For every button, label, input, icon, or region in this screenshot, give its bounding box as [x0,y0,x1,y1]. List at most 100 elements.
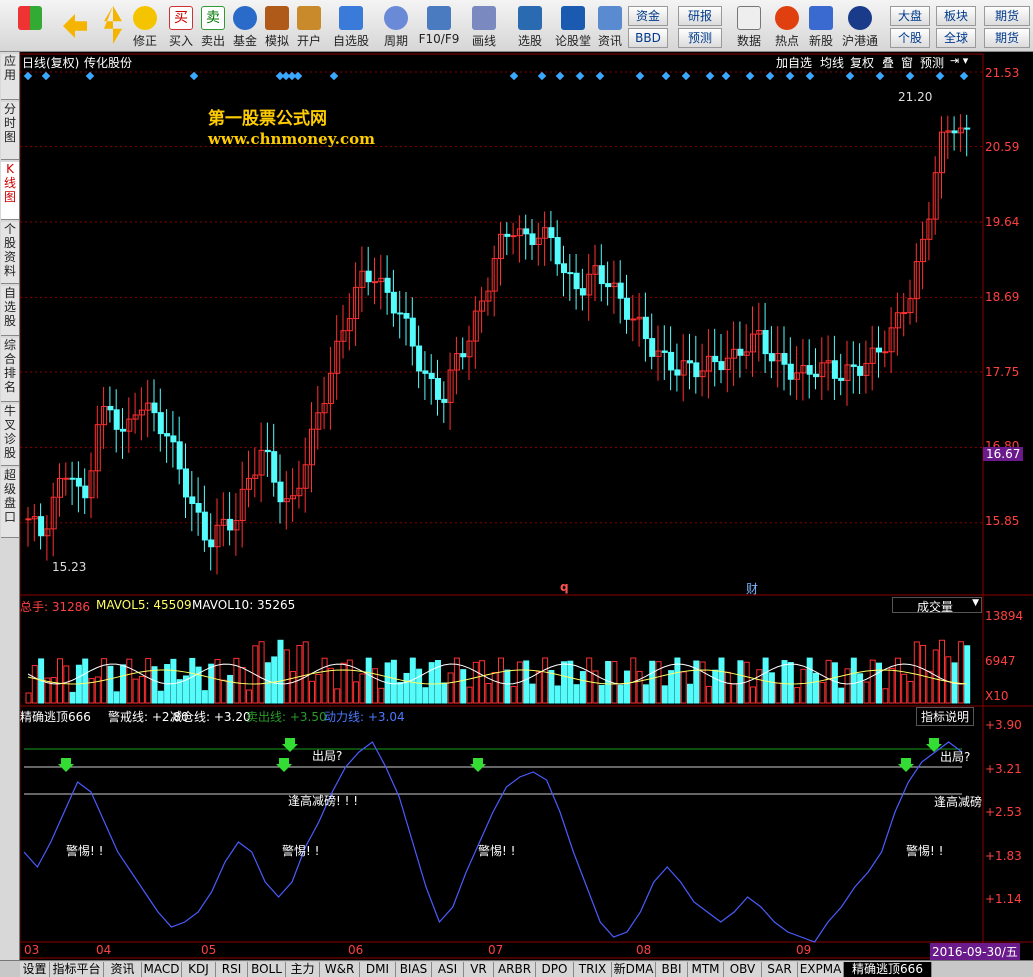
side-tab-kline[interactable]: K线图 [1,162,19,220]
bottom-tab-14[interactable]: DPO [536,962,574,977]
month-tick: 07 [488,943,504,957]
stock-button[interactable]: 个股 [890,28,930,48]
bottom-tab-19[interactable]: OBV [724,962,762,977]
candle-body [605,283,612,288]
fund-button[interactable]: 基金 [230,4,260,50]
sell-button[interactable]: 卖卖出 [198,4,228,50]
bottom-tab-10[interactable]: BIAS [396,962,432,977]
bottom-tab-2[interactable]: 资讯 [104,962,142,977]
adjust-button[interactable]: 复权 [850,54,874,71]
buy-button[interactable]: 买买入 [166,4,196,50]
bottom-tab-17[interactable]: BBI [656,962,688,977]
bottom-tab-1[interactable]: 指标平台 [50,962,104,977]
expand-icon[interactable]: ⇥ ▾ [950,54,968,67]
date-badge: 2016-09-30/五 [930,943,1020,960]
add-watchlist-button[interactable]: 加自选 [776,54,812,71]
event-marker-q[interactable]: q [560,580,569,594]
bottom-tab-16[interactable]: 新DMA [612,962,656,977]
research-button[interactable]: 研报 [678,6,722,26]
up-down-button[interactable] [100,4,126,50]
candle-body [176,441,183,470]
volume-bar [598,684,605,704]
period-button[interactable]: 周期 [378,4,414,50]
bottom-tab-20[interactable]: SAR [762,962,798,977]
period-label: 日线(复权) [22,56,80,70]
hotspot-label: 热点 [774,34,799,48]
side-tab-intraday[interactable]: 分时图 [1,102,19,160]
volume-bar [535,671,542,704]
event-diamond-icon [537,71,547,81]
market-button[interactable]: 大盘 [890,6,930,26]
back-button[interactable] [58,4,92,50]
volume-unit: X10 [985,689,1009,703]
low-price-label: 15.23 [52,560,87,574]
volume-indicator-select[interactable]: 成交量 ▼ [892,597,982,614]
capital-button[interactable]: 资金 [628,6,668,26]
bottom-tab-5[interactable]: RSI [216,962,248,977]
event-diamond-icon [785,71,795,81]
overlay-button[interactable]: 叠 [882,54,894,71]
global-button[interactable]: 全球 [936,28,976,48]
bottom-tab-21[interactable]: EXPMA [798,962,844,977]
bottom-tab-3[interactable]: MACD [142,962,182,977]
indicator-series [23,738,963,943]
bottom-tab-12[interactable]: VR [464,962,494,977]
kline-chart-svg[interactable] [20,52,1033,960]
futures-button-bottom[interactable]: 期货 [984,28,1030,48]
side-tab-diagnosis[interactable]: 牛叉诊股 [1,404,19,466]
simulate-button[interactable]: 模拟 [262,4,292,50]
bottom-tab-22[interactable]: 精确逃顶666 [844,962,932,977]
indicator-sell: 卖出线: +3.50 [246,710,327,724]
stock-select-button[interactable]: 选股 [510,4,550,50]
hk-connect-button[interactable]: 沪港通 [840,4,880,50]
bottom-tab-15[interactable]: TRIX [574,962,612,977]
revise-button[interactable]: 修正 [128,4,162,50]
side-tab-ranking[interactable]: 综合排名 [1,338,19,402]
data-button[interactable]: 数据 [730,4,768,50]
bottom-tab-6[interactable]: BOLL [248,962,286,977]
sector-button[interactable]: 板块 [936,6,976,26]
candle-body [901,312,908,315]
hotspot-button[interactable]: 热点 [772,4,802,50]
ma-button[interactable]: 均线 [820,54,844,71]
candle-body [838,377,845,381]
indicator-help-button[interactable]: 指标说明 [916,707,974,726]
volume-bar [945,656,952,704]
open-account-button[interactable]: 开户 [294,4,324,50]
new-stock-button[interactable]: 新股 [806,4,836,50]
side-tab-orderbook[interactable]: 超级盘口 [1,468,19,538]
volume-bar [920,644,927,704]
forum-button[interactable]: 论股堂 [553,4,593,50]
side-tab-watchlist[interactable]: 自选股 [1,286,19,336]
draw-line-button[interactable]: 画线 [466,4,502,50]
bottom-tab-13[interactable]: ARBR [494,962,536,977]
fund-label: 基金 [232,34,257,48]
volume-tick: 13894 [985,609,1024,623]
news-button[interactable]: 资讯 [596,4,624,50]
f10-button[interactable]: F10/F9 [418,4,460,50]
side-tab-apps[interactable]: 应用 [1,54,19,100]
forecast-button[interactable]: 预测 [678,28,722,48]
predict-button[interactable]: 预测 [920,54,944,71]
window-button[interactable]: 窗 [901,54,913,71]
volume-bar [378,687,385,704]
bottom-tab-8[interactable]: W&R [320,962,360,977]
bottom-tab-11[interactable]: ASI [432,962,464,977]
side-tab-profile[interactable]: 个股资料 [1,222,19,284]
volume-bar [208,663,215,704]
bbd-button[interactable]: BBD [628,28,668,48]
event-marker-finance[interactable]: 财 [746,580,758,597]
system-menu-button[interactable] [14,4,46,50]
down-arrow-icon [58,758,74,772]
volume-bar [768,672,775,704]
volume-bar [888,667,895,704]
bottom-tab-7[interactable]: 主力 [286,962,320,977]
volume-bar [239,667,246,704]
futures-button-top[interactable]: 期货 [984,6,1030,26]
bottom-tab-18[interactable]: MTM [688,962,724,977]
volume-bar [869,659,876,704]
watchlist-button[interactable]: 自选股 [330,4,372,50]
bottom-tab-9[interactable]: DMI [360,962,396,977]
bottom-tab-4[interactable]: KDJ [182,962,216,977]
bottom-tab-0[interactable]: 设置 [20,962,50,977]
